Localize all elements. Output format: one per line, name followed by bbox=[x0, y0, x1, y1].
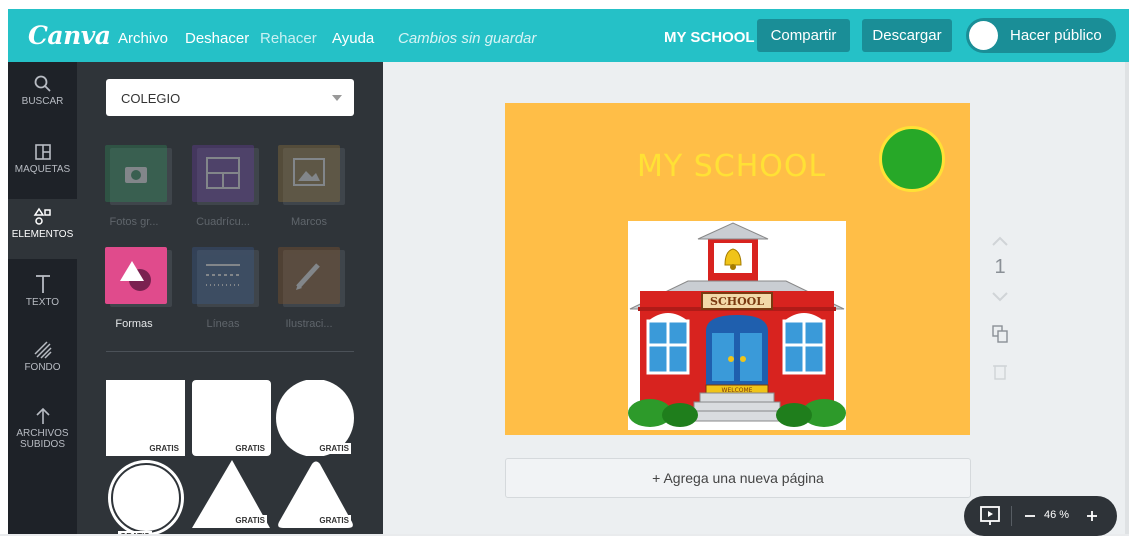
delete-page-icon[interactable] bbox=[985, 362, 1015, 382]
category-label: Líneas bbox=[206, 318, 240, 330]
shapes-icon bbox=[33, 207, 51, 225]
shape-rounded-square[interactable]: GRATIS bbox=[192, 380, 271, 456]
category-label: Formas bbox=[115, 318, 153, 330]
free-badge: GRATIS bbox=[147, 443, 181, 454]
sidebar: BUSCAR MAQUETAS ELEMENTOS TEXTO FONDO AR… bbox=[8, 62, 77, 534]
shape-rounded-triangle[interactable]: GRATIS bbox=[276, 460, 355, 534]
free-badge: GRATIS bbox=[233, 515, 267, 526]
sidebar-item-label: ELEMENTOS bbox=[11, 229, 74, 240]
header: Canva Archivo Deshacer Rehacer Ayuda Cam… bbox=[8, 9, 1129, 62]
design-page[interactable]: MY SCHOOL SCHOOL WELCOME bbox=[505, 103, 970, 435]
shape-icon bbox=[120, 261, 151, 291]
category-cuadriculas[interactable] bbox=[192, 145, 254, 202]
menu-ayuda[interactable]: Ayuda bbox=[332, 30, 374, 47]
category-formas[interactable] bbox=[105, 247, 167, 304]
sidebar-item-maquetas[interactable]: MAQUETAS bbox=[8, 136, 77, 196]
category-marcos[interactable] bbox=[278, 145, 340, 202]
upload-icon bbox=[35, 407, 50, 424]
green-circle-element[interactable] bbox=[879, 126, 945, 192]
download-button[interactable]: Descargar bbox=[862, 19, 952, 52]
sidebar-item-label: MAQUETAS bbox=[14, 164, 71, 175]
grid-icon bbox=[206, 157, 240, 189]
free-badge: GRATIS bbox=[317, 515, 351, 526]
sidebar-item-texto[interactable]: TEXTO bbox=[8, 267, 77, 327]
chevron-up-icon[interactable] bbox=[985, 234, 1015, 248]
layout-icon bbox=[34, 144, 51, 160]
category-lineas[interactable] bbox=[192, 247, 254, 304]
menu-rehacer[interactable]: Rehacer bbox=[260, 30, 317, 47]
sidebar-item-label: ARCHIVOS bbox=[16, 428, 69, 439]
school-illustration[interactable]: SCHOOL WELCOME bbox=[628, 221, 846, 430]
frame-icon bbox=[293, 158, 325, 186]
chevron-down-icon bbox=[332, 95, 342, 101]
sidebar-item-elementos[interactable]: ELEMENTOS bbox=[8, 199, 77, 259]
shape-square[interactable]: GRATIS bbox=[106, 380, 185, 456]
unsaved-status: Cambios sin guardar bbox=[398, 30, 537, 47]
zoom-control: 46 % bbox=[964, 496, 1117, 536]
shape-triangle[interactable]: GRATIS bbox=[192, 460, 271, 534]
category-ilustraciones[interactable] bbox=[278, 247, 340, 304]
free-badge: GRATIS bbox=[233, 443, 267, 454]
free-badge: GRATIS bbox=[317, 443, 351, 454]
top-bar: Canva Archivo Deshacer Rehacer Ayuda Cam… bbox=[0, 0, 1129, 62]
zoom-divider bbox=[1011, 506, 1012, 526]
lines-icon bbox=[206, 264, 240, 286]
sidebar-item-label: SUBIDOS bbox=[19, 439, 65, 450]
zoom-out-icon[interactable] bbox=[1023, 509, 1037, 523]
make-public-label: Hacer público bbox=[1010, 27, 1102, 44]
zoom-in-icon[interactable] bbox=[1085, 509, 1099, 523]
category-label: Cuadrícu... bbox=[196, 216, 250, 228]
toggle-knob bbox=[969, 21, 998, 50]
page-number: 1 bbox=[994, 256, 1006, 278]
search-value: COLEGIO bbox=[121, 91, 181, 106]
text-icon bbox=[35, 275, 50, 293]
sidebar-item-fondo[interactable]: FONDO bbox=[8, 334, 77, 394]
sidebar-item-buscar[interactable]: BUSCAR bbox=[8, 68, 77, 128]
shape-circle-outline[interactable]: GRATIS bbox=[106, 460, 185, 534]
chevron-down-icon[interactable] bbox=[985, 290, 1015, 304]
sidebar-item-label: BUSCAR bbox=[21, 96, 64, 107]
panel-divider bbox=[106, 351, 354, 352]
design-title-text[interactable]: MY SCHOOL bbox=[637, 149, 826, 184]
background-icon bbox=[33, 341, 52, 359]
menu-deshacer[interactable]: Deshacer bbox=[185, 30, 249, 47]
category-fotos[interactable] bbox=[105, 145, 167, 202]
menu-archivo[interactable]: Archivo bbox=[118, 30, 168, 47]
add-page-button[interactable]: + Agrega una nueva página bbox=[505, 458, 971, 498]
pencil-icon bbox=[296, 263, 320, 290]
sidebar-item-label: TEXTO bbox=[25, 297, 60, 308]
duplicate-page-icon[interactable] bbox=[985, 324, 1015, 344]
camera-icon bbox=[125, 167, 147, 183]
sidebar-item-archivos-subidos[interactable]: ARCHIVOS SUBIDOS bbox=[8, 400, 77, 470]
search-icon bbox=[34, 75, 51, 92]
canva-logo[interactable]: Canva bbox=[28, 21, 111, 50]
sidebar-item-label: FONDO bbox=[24, 362, 61, 373]
present-icon[interactable] bbox=[979, 505, 1001, 527]
category-label: Ilustraci... bbox=[285, 318, 333, 330]
make-public-toggle[interactable]: Hacer público bbox=[966, 18, 1116, 53]
share-button[interactable]: Compartir bbox=[757, 19, 850, 52]
scrollbar[interactable] bbox=[1125, 62, 1129, 534]
shape-circle[interactable]: GRATIS bbox=[276, 380, 355, 456]
category-label: Fotos gr... bbox=[109, 216, 159, 228]
school-sign-text: SCHOOL bbox=[710, 295, 764, 308]
document-title[interactable]: MY SCHOOL bbox=[664, 29, 755, 46]
category-label: Marcos bbox=[290, 216, 328, 228]
left-edge bbox=[0, 62, 8, 534]
search-select[interactable]: COLEGIO bbox=[106, 79, 354, 116]
elements-panel: COLEGIO Fotos gr... Cuadrícu... Marcos F… bbox=[77, 62, 383, 534]
zoom-level: 46 % bbox=[1044, 509, 1070, 521]
